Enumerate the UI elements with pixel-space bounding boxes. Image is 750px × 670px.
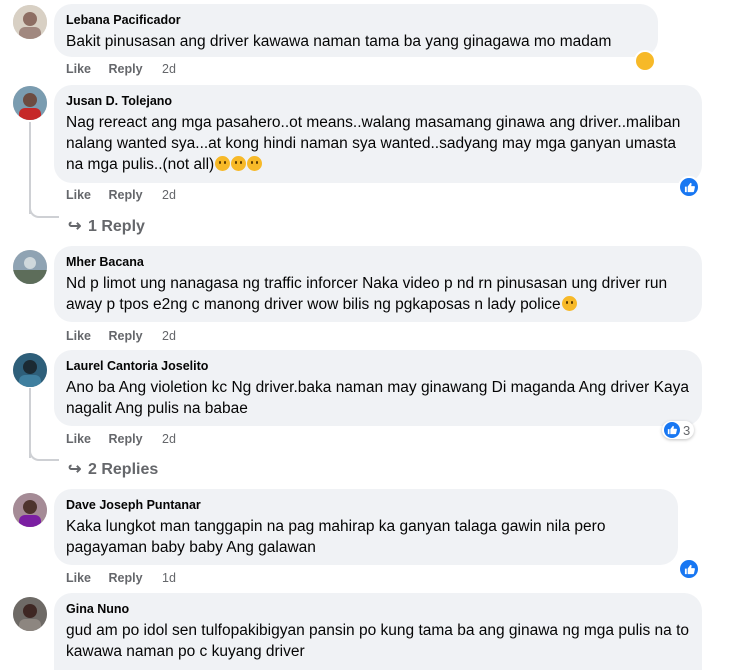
- user-avatar-icon: [13, 597, 47, 631]
- like-button[interactable]: Like: [66, 188, 91, 202]
- comment-time[interactable]: 2d: [162, 432, 176, 446]
- user-avatar-icon: [13, 493, 47, 527]
- sad-emoji-icon: [215, 156, 231, 171]
- comment-time[interactable]: 2d: [162, 188, 176, 202]
- comment-time[interactable]: 2d: [162, 329, 176, 343]
- comment-author[interactable]: Gina Nuno: [66, 601, 690, 617]
- comment-actions: Like Reply 2d: [66, 188, 190, 202]
- comment-actions: Like Reply 1d: [66, 571, 190, 585]
- comment-text-content: Nd p limot ung nanagasa ng traffic infor…: [66, 275, 672, 313]
- reply-arrow-icon: ↪: [68, 461, 82, 478]
- reply-button[interactable]: Reply: [109, 188, 143, 202]
- comment-actions: Like Reply 2d: [66, 432, 190, 446]
- comment-text: Nd p limot ung nanagasa ng traffic infor…: [66, 273, 690, 315]
- avatar[interactable]: [13, 493, 47, 527]
- grin-emoji-icon: [561, 296, 577, 311]
- user-avatar-icon: [13, 353, 47, 387]
- like-button[interactable]: Like: [66, 329, 91, 343]
- thumbs-up-icon: [684, 182, 695, 192]
- comment-author[interactable]: Lebana Pacificador: [66, 12, 646, 28]
- reply-button[interactable]: Reply: [109, 432, 143, 446]
- comment-bubble: Jusan D. Tolejano Nag rereact ang mga pa…: [54, 85, 702, 183]
- like-button[interactable]: Like: [66, 571, 91, 585]
- comment-author[interactable]: Mher Bacana: [66, 254, 690, 270]
- view-replies-button[interactable]: ↪ 2 Replies: [68, 459, 158, 479]
- comment-time[interactable]: 2d: [162, 62, 176, 76]
- reaction-count: 3: [683, 422, 691, 438]
- avatar[interactable]: [13, 597, 47, 631]
- sad-reaction-icon[interactable]: [634, 50, 656, 72]
- thumbs-up-icon: [684, 564, 695, 574]
- reaction-summary[interactable]: 3: [662, 421, 695, 439]
- thread-curve: [29, 204, 59, 218]
- comment-bubble: Dave Joseph Puntanar Kaka lungkot man ta…: [54, 489, 678, 565]
- avatar[interactable]: [13, 353, 47, 387]
- like-reaction-icon[interactable]: [678, 558, 700, 580]
- reply-arrow-icon: ↪: [68, 218, 82, 235]
- user-avatar-icon: [13, 250, 47, 284]
- like-reaction-icon[interactable]: [678, 176, 700, 198]
- comment-text: Bakit pinusasan ang driver kawawa naman …: [66, 33, 612, 50]
- user-avatar-icon: [13, 5, 47, 39]
- like-button[interactable]: Like: [66, 432, 91, 446]
- user-avatar-icon: [13, 86, 47, 120]
- like-button[interactable]: Like: [66, 62, 91, 76]
- thumbs-up-icon: [664, 422, 680, 438]
- comment-bubble: Laurel Cantoria Joselito Ano ba Ang viol…: [54, 350, 702, 426]
- avatar[interactable]: [13, 5, 47, 39]
- replies-count: 1 Reply: [88, 218, 145, 235]
- comment-time[interactable]: 1d: [162, 571, 176, 585]
- comment-author[interactable]: Laurel Cantoria Joselito: [66, 358, 690, 374]
- comment-author[interactable]: Dave Joseph Puntanar: [66, 497, 666, 513]
- avatar[interactable]: [13, 86, 47, 120]
- replies-count: 2 Replies: [88, 461, 159, 478]
- thread-line: [29, 122, 31, 214]
- thread-curve: [29, 447, 59, 461]
- comment-text: Kaka lungkot man tanggapin na pag mahira…: [66, 518, 610, 556]
- comment-author[interactable]: Jusan D. Tolejano: [66, 93, 690, 109]
- comment-text: gud am po idol sen tulfopakibigyan pansi…: [66, 622, 694, 660]
- comment-text: Nag rereact ang mga pasahero..ot means..…: [66, 112, 690, 175]
- comment-bubble: Mher Bacana Nd p limot ung nanagasa ng t…: [54, 246, 702, 322]
- comment-text-content: Nag rereact ang mga pasahero..ot means..…: [66, 114, 685, 173]
- avatar[interactable]: [13, 250, 47, 284]
- comment-bubble: Lebana Pacificador Bakit pinusasan ang d…: [54, 4, 658, 57]
- reply-button[interactable]: Reply: [109, 329, 143, 343]
- comment-text: Ano ba Ang violetion kc Ng driver.baka n…: [66, 379, 694, 417]
- reply-button[interactable]: Reply: [109, 571, 143, 585]
- comment-actions: Like Reply 2d: [66, 329, 190, 343]
- reply-button[interactable]: Reply: [109, 62, 143, 76]
- comment-bubble: Gina Nuno gud am po idol sen tulfopakibi…: [54, 593, 702, 670]
- sad-emoji-icon: [247, 156, 263, 171]
- sad-emoji-icon: [231, 156, 247, 171]
- comment-actions: Like Reply 2d: [66, 62, 190, 76]
- view-replies-button[interactable]: ↪ 1 Reply: [68, 216, 145, 236]
